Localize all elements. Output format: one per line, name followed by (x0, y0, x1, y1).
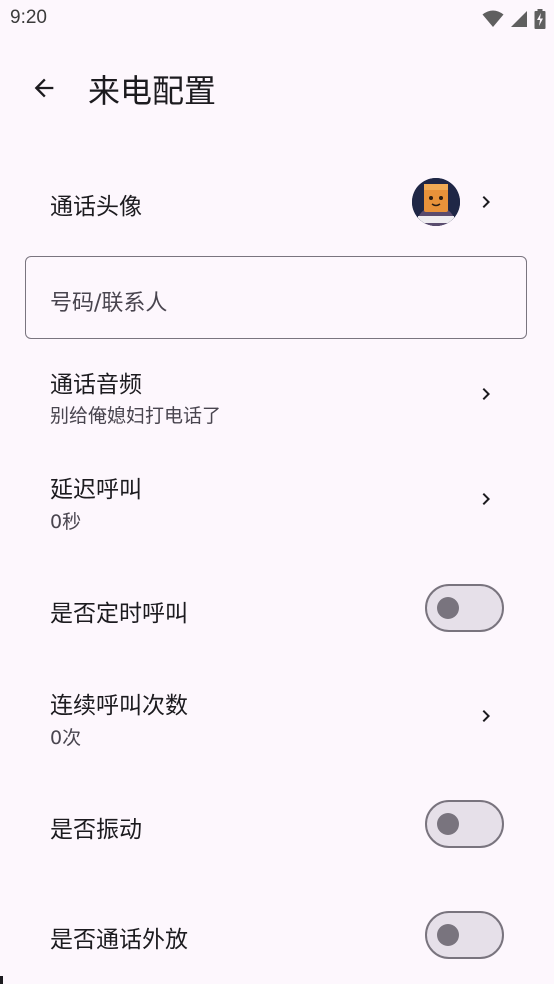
avatar-row[interactable]: 通话头像 (0, 160, 554, 246)
arrow-left-icon (34, 78, 54, 98)
app-bar: 来电配置 (0, 54, 554, 122)
repeat-row-chevron (474, 704, 498, 728)
avatar-row-label: 通话头像 (50, 194, 142, 220)
repeat-row-value: 0次 (50, 727, 82, 749)
chevron-right-icon (482, 710, 490, 722)
vibrate-switch[interactable] (425, 800, 504, 848)
screen-corner-mark (0, 976, 3, 984)
audio-row-value: 别给俺媳妇打电话了 (50, 405, 222, 427)
timed-call-switch[interactable] (425, 584, 504, 632)
vibrate-row-label: 是否振动 (50, 817, 142, 843)
delay-row[interactable]: 延迟呼叫 0秒 (0, 456, 554, 546)
number-field-placeholder: 号码/联系人 (50, 291, 168, 316)
delay-row-value: 0秒 (50, 511, 82, 533)
speaker-switch[interactable] (425, 911, 504, 959)
battery-charging-icon (534, 9, 546, 29)
back-button[interactable] (24, 68, 64, 108)
chevron-right-icon (482, 388, 490, 400)
speaker-switch-knob (437, 924, 459, 946)
repeat-row-label: 连续呼叫次数 (50, 693, 188, 719)
status-time: 9:20 (10, 7, 47, 28)
chevron-right-icon (482, 493, 490, 505)
avatar-image (412, 178, 460, 226)
page-title: 来电配置 (88, 72, 217, 110)
audio-row-chevron (474, 382, 498, 406)
audio-row-label: 通话音频 (50, 372, 142, 398)
number-field[interactable]: 号码/联系人 (25, 256, 527, 339)
wifi-icon (482, 10, 504, 27)
vibrate-switch-knob (437, 813, 459, 835)
timed-call-row-label: 是否定时呼叫 (50, 601, 188, 627)
repeat-row[interactable]: 连续呼叫次数 0次 (0, 672, 554, 762)
speaker-row[interactable]: 是否通话外放 (0, 896, 554, 972)
timed-call-switch-knob (437, 597, 459, 619)
timed-call-row[interactable]: 是否定时呼叫 (0, 570, 554, 646)
status-bar: 9:20 (0, 0, 554, 38)
audio-row[interactable]: 通话音频 别给俺媳妇打电话了 (0, 350, 554, 440)
speaker-row-label: 是否通话外放 (50, 927, 188, 953)
chevron-right-icon (482, 196, 490, 208)
avatar-row-chevron (474, 190, 498, 214)
signal-icon (511, 11, 527, 27)
delay-row-label: 延迟呼叫 (50, 477, 142, 503)
vibrate-row[interactable]: 是否振动 (0, 786, 554, 862)
delay-row-chevron (474, 487, 498, 511)
avatar[interactable] (412, 178, 460, 226)
status-icons (482, 8, 546, 30)
